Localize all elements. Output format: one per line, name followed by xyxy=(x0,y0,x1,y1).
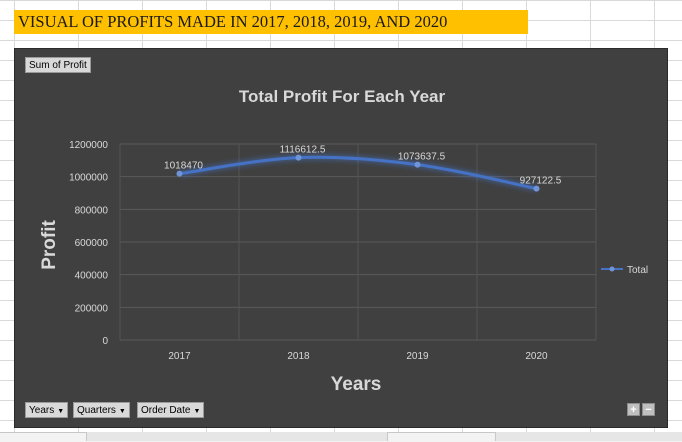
filter-button-label: Years xyxy=(29,405,55,416)
filter-button-label: Quarters xyxy=(77,405,116,416)
legend-label: Total xyxy=(627,265,648,276)
x-tick-label: 2018 xyxy=(287,351,310,362)
y-tick-label: 0 xyxy=(102,336,108,347)
collapse-field-button[interactable]: − xyxy=(642,403,655,416)
y-tick-label: 800000 xyxy=(75,205,109,216)
legend: Total xyxy=(601,265,648,276)
filter-button-years[interactable]: Years ▼ xyxy=(25,402,69,418)
data-label: 1116612.5 xyxy=(280,145,326,156)
data-label: 927122.5 xyxy=(520,176,562,187)
y-axis-title: Profit xyxy=(39,220,60,270)
y-tick-label: 1000000 xyxy=(69,173,108,184)
data-label: 1018470 xyxy=(164,161,203,172)
x-tick-label: 2020 xyxy=(525,351,548,362)
horizontal-scrollbar[interactable] xyxy=(495,432,682,441)
legend-marker xyxy=(609,266,615,272)
y-tick-label: 600000 xyxy=(75,238,109,249)
filter-button-quarters[interactable]: Quarters ▼ xyxy=(73,402,130,418)
y-tick-label: 200000 xyxy=(75,303,109,314)
filter-button-label: Order Date xyxy=(141,405,191,416)
dropdown-arrow-icon: ▼ xyxy=(193,408,201,415)
x-tick-label: 2019 xyxy=(406,351,429,362)
plot-area: 020000040000060000080000010000001200000 … xyxy=(39,140,648,395)
y-tick-label: 1200000 xyxy=(69,140,108,151)
filter-button-order-date[interactable]: Order Date ▼ xyxy=(137,402,205,418)
pivot-chart[interactable]: Sum of Profit Total Profit For Each Year… xyxy=(14,48,668,428)
dropdown-arrow-icon: ▼ xyxy=(118,408,126,415)
y-tick-label: 400000 xyxy=(75,271,109,282)
data-label: 1073637.5 xyxy=(398,152,446,163)
sheet-title-banner: VISUAL OF PROFITS MADE IN 2017, 2018, 20… xyxy=(14,10,528,34)
dropdown-arrow-icon: ▼ xyxy=(57,408,65,415)
x-tick-label: 2017 xyxy=(168,351,191,362)
scroll-area xyxy=(86,432,388,441)
x-axis-title: Years xyxy=(331,374,382,395)
expand-field-button[interactable]: + xyxy=(627,403,640,416)
